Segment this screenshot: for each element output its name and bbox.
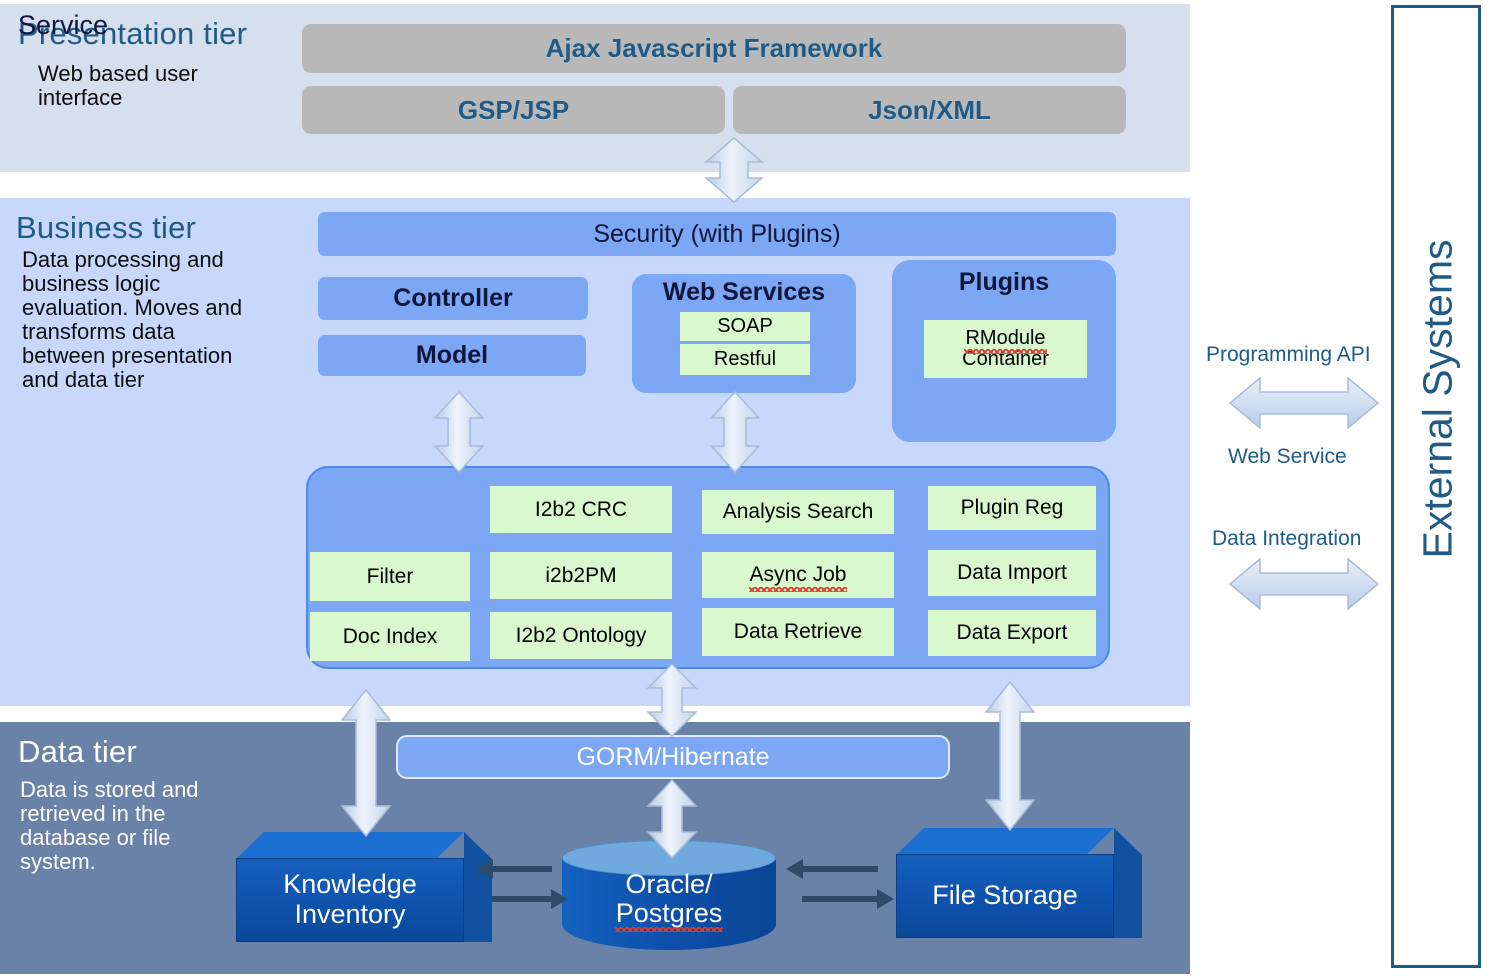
arrow-knowledge-to-oracle <box>492 889 568 909</box>
service-item[interactable]: Async Job <box>702 552 894 598</box>
plugins-title: Plugins <box>958 268 1050 296</box>
oracle-line1: Oracle/ <box>625 869 713 899</box>
knowledge-line1: Knowledge <box>283 869 417 900</box>
architecture-diagram: Presentation tier Web based user interfa… <box>0 0 1490 978</box>
arrow-gorm-oracle <box>644 778 700 860</box>
plugins-panel[interactable]: Plugins RModule Container <box>892 260 1116 442</box>
controller-box[interactable]: Controller <box>318 277 588 320</box>
file-storage-label: File Storage <box>896 854 1114 938</box>
arrow-presentation-business <box>698 136 770 204</box>
service-item[interactable]: Doc Index <box>310 612 470 661</box>
json-xml-box[interactable]: Json/XML <box>733 86 1126 134</box>
knowledge-inventory-label: Knowledge Inventory <box>236 858 464 942</box>
service-item[interactable]: I2b2 Ontology <box>490 612 672 659</box>
service-item[interactable]: Filter <box>310 552 470 601</box>
arrow-service-filestorage <box>982 680 1038 832</box>
service-item[interactable]: Data Export <box>928 610 1096 656</box>
arrow-oracle-to-knowledge <box>476 859 552 879</box>
programming-api-label: Programming API <box>1206 343 1371 366</box>
oracle-postgres-label: Oracle/ Postgres <box>562 869 776 933</box>
arrow-service-gorm <box>644 662 700 738</box>
postgres-line2: Postgres <box>614 898 723 933</box>
service-item[interactable]: I2b2 CRC <box>490 486 672 533</box>
web-services-title: Web Services <box>662 278 826 306</box>
ajax-framework-box[interactable]: Ajax Javascript Framework <box>302 24 1126 73</box>
arrow-webservices-service <box>706 390 764 474</box>
data-tier-description: Data is stored and retrieved in the data… <box>20 777 199 874</box>
arrow-service-knowledge <box>338 688 394 838</box>
arrow-controller-service <box>430 390 488 474</box>
security-box[interactable]: Security (with Plugins) <box>318 212 1116 256</box>
presentation-tier-description: Web based user interface <box>38 61 198 110</box>
service-item[interactable]: Data Import <box>928 550 1096 596</box>
box-top-face <box>896 828 1114 855</box>
business-tier-title: Business tier <box>16 210 197 245</box>
data-tier-title: Data tier <box>18 734 137 769</box>
gorm-hibernate-box[interactable]: GORM/Hibernate <box>396 735 950 779</box>
external-systems-label: External Systems <box>1414 239 1461 559</box>
file-storage-box[interactable]: File Storage <box>896 828 1142 938</box>
business-tier-description: Data processing and business logic evalu… <box>22 247 243 392</box>
web-services-panel[interactable]: Web Services SOAP Restful <box>632 274 856 393</box>
arrow-data-integration <box>1228 553 1380 615</box>
arrow-oracle-to-filestorage <box>802 889 894 909</box>
service-item[interactable]: Plugin Reg <box>928 486 1096 530</box>
knowledge-line2: Inventory <box>294 899 406 929</box>
data-integration-label: Data Integration <box>1212 527 1362 550</box>
service-item-label: Async Job <box>748 563 848 592</box>
service-item[interactable]: Data Retrieve <box>702 608 894 656</box>
arrow-filestorage-to-oracle <box>786 859 878 879</box>
web-service-label: Web Service <box>1228 445 1347 468</box>
knowledge-inventory-box[interactable]: Knowledge Inventory <box>236 832 492 942</box>
gsp-jsp-box[interactable]: GSP/JSP <box>302 86 725 134</box>
soap-box[interactable]: SOAP <box>680 312 810 341</box>
restful-box[interactable]: Restful <box>680 344 810 375</box>
model-box[interactable]: Model <box>318 335 586 376</box>
service-item[interactable]: Analysis Search <box>702 490 894 534</box>
service-panel-label: Service <box>18 10 109 40</box>
service-item[interactable]: i2b2PM <box>490 552 672 599</box>
rmodule-container-box[interactable]: RModule Container <box>924 320 1087 378</box>
rmodule-label: RModule <box>964 327 1047 354</box>
arrow-programming-api <box>1228 372 1380 434</box>
